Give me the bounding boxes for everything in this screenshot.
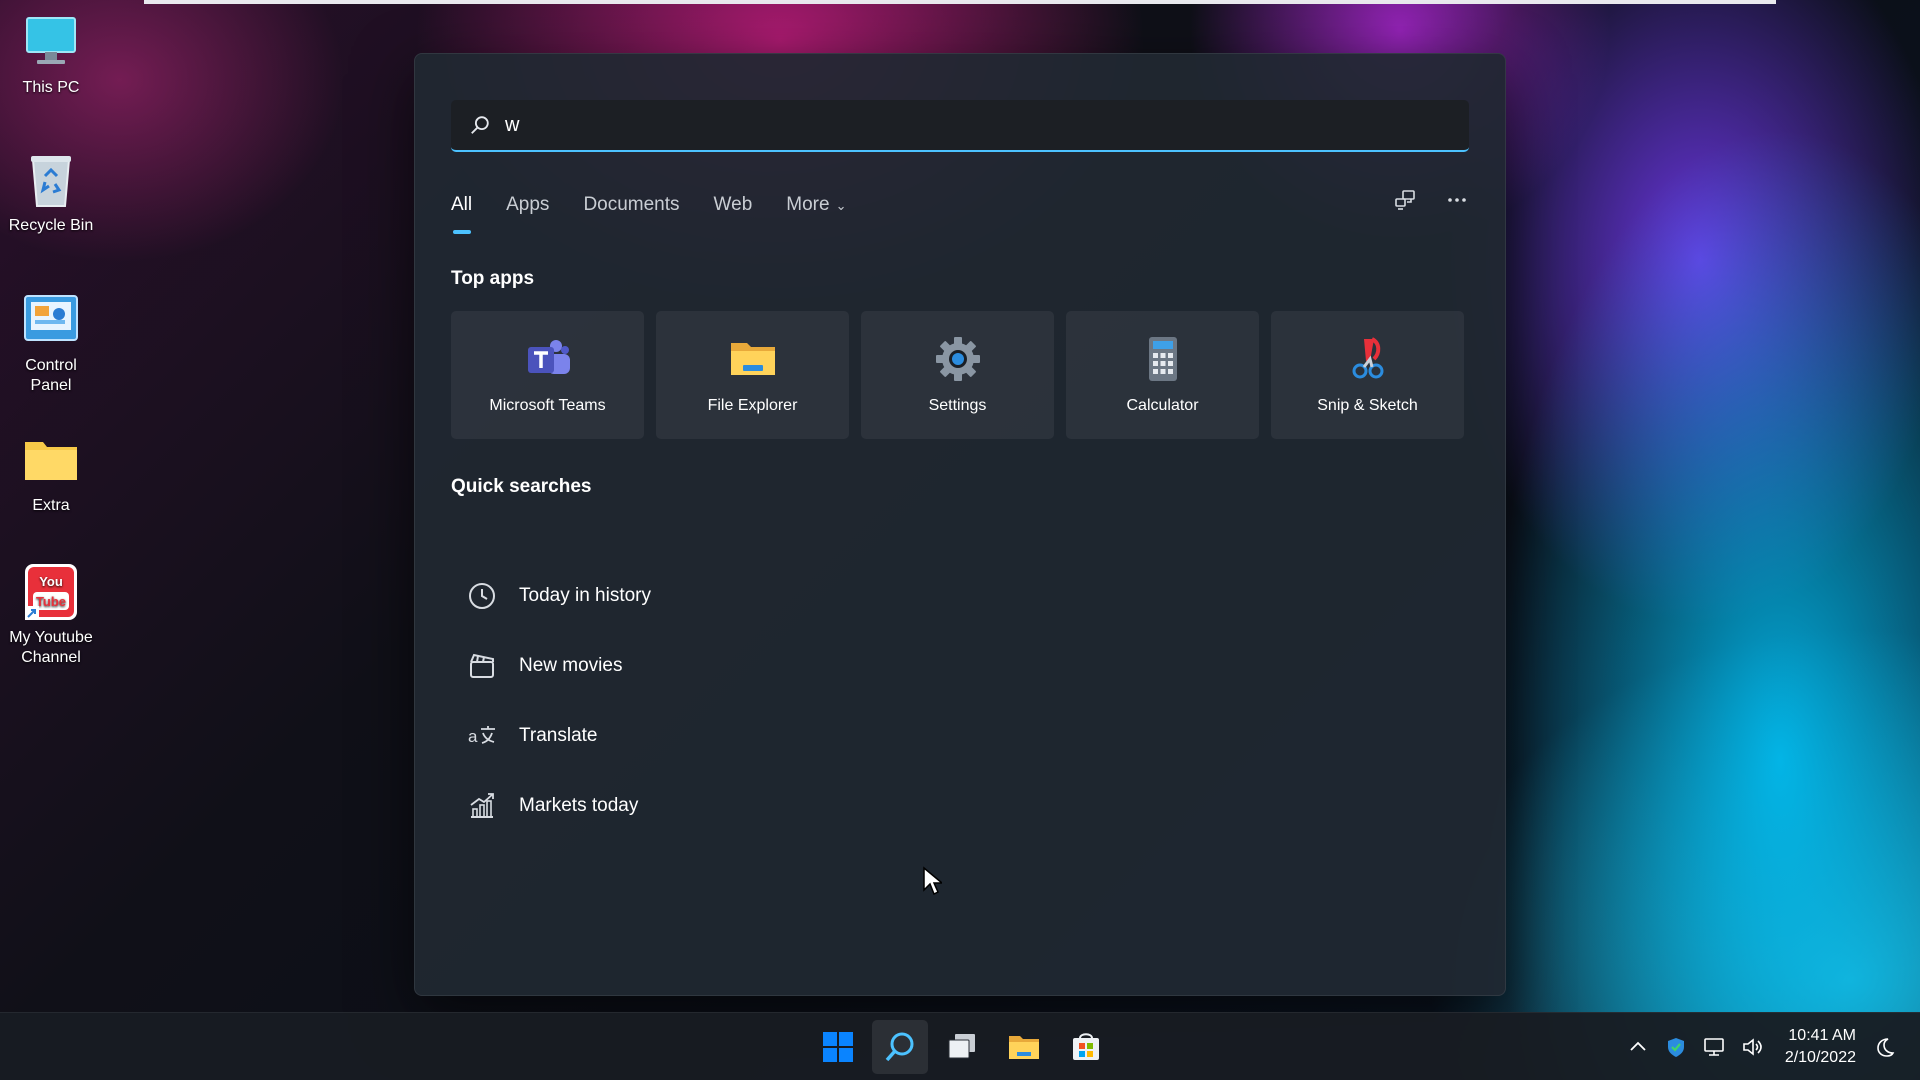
quick-search-today-in-history[interactable]: Today in history: [451, 561, 1051, 631]
system-tray: 10:41 AM 2/10/2022: [1627, 1013, 1896, 1080]
quick-searches-list: Today in history New movies a Translate: [451, 561, 1051, 841]
calculator-icon: [1148, 337, 1177, 381]
file-explorer-icon: [730, 343, 775, 375]
task-view-button[interactable]: [934, 1020, 990, 1074]
more-options-icon[interactable]: [1445, 188, 1469, 212]
youtube-icon-text-bottom: Tube: [36, 594, 66, 609]
app-tile-label: File Explorer: [707, 397, 798, 414]
recycle-bin-icon: [31, 156, 71, 207]
svg-text:a: a: [468, 727, 478, 746]
app-tile-settings[interactable]: Settings: [861, 311, 1054, 439]
search-input[interactable]: [503, 112, 1407, 138]
quick-search-new-movies[interactable]: New movies: [451, 631, 1051, 701]
chevron-down-icon: ⌄: [835, 198, 847, 213]
monitor-icon: [26, 17, 76, 64]
top-apps-list: Microsoft Teams File Explorer Settings C…: [451, 311, 1471, 439]
search-panel: All Apps Documents Web More ⌄ Top apps: [414, 53, 1506, 996]
tab-label: All: [451, 194, 473, 215]
quick-search-markets-today[interactable]: Markets today: [451, 771, 1051, 841]
app-tile-label: Microsoft Teams: [489, 397, 606, 414]
top-apps-heading: Top apps: [451, 268, 535, 289]
tab-documents[interactable]: Documents: [583, 190, 679, 230]
desktop-icon-extra[interactable]: Extra: [0, 430, 102, 516]
folder-icon: [1009, 1036, 1039, 1059]
desktop-icon-youtube-channel[interactable]: You Tube My Youtube Channel: [0, 562, 102, 668]
desktop-icon-label: This PC: [22, 79, 80, 96]
translate-icon: a: [468, 726, 495, 746]
desktop-icon-label: Extra: [32, 497, 70, 514]
share-device-icon[interactable]: [1393, 188, 1417, 212]
teams-icon: [527, 340, 570, 374]
desktop-icon-label: My Youtube Channel: [9, 629, 93, 666]
search-icon: [471, 116, 489, 134]
desktop-icon-recycle-bin[interactable]: Recycle Bin: [0, 150, 102, 236]
clock-icon: [469, 583, 495, 609]
search-icon: [885, 1032, 914, 1062]
mouse-cursor-icon: [923, 866, 942, 896]
chart-icon: [470, 793, 494, 818]
clapperboard-icon: [470, 653, 494, 678]
volume-icon[interactable]: [1741, 1036, 1763, 1058]
clock[interactable]: 10:41 AM 2/10/2022: [1785, 1025, 1856, 1069]
desktop-icon-label: Control Panel: [25, 357, 77, 394]
desktop-icon-this-pc[interactable]: This PC: [0, 12, 102, 98]
quick-search-label: Translate: [519, 725, 598, 746]
search-filter-tabs: All Apps Documents Web More ⌄: [451, 190, 880, 230]
desktop-icon-control-panel[interactable]: Control Panel: [0, 290, 102, 396]
store-icon: [1073, 1033, 1099, 1060]
tab-label: Web: [713, 194, 753, 215]
taskbar-apps: [810, 1020, 1114, 1074]
desktop-icon-label: Recycle Bin: [8, 217, 94, 234]
quick-searches-heading: Quick searches: [451, 476, 592, 497]
control-panel-icon: [24, 295, 78, 341]
quick-search-label: New movies: [519, 655, 623, 676]
tab-label: More: [786, 194, 830, 215]
settings-gear-icon: [935, 337, 980, 381]
windows-logo-icon: [823, 1032, 853, 1062]
tab-web[interactable]: Web: [714, 190, 753, 230]
app-tile-label: Snip & Sketch: [1317, 397, 1418, 414]
taskbar: 10:41 AM 2/10/2022: [0, 1012, 1920, 1080]
app-tile-file-explorer[interactable]: File Explorer: [656, 311, 849, 439]
chevron-up-icon[interactable]: [1627, 1036, 1649, 1058]
app-tile-label: Calculator: [1126, 397, 1199, 414]
quick-search-label: Markets today: [519, 795, 639, 816]
tab-all[interactable]: All: [451, 190, 472, 230]
notifications-moon-icon[interactable]: [1874, 1036, 1896, 1058]
app-tile-label: Settings: [928, 397, 987, 414]
youtube-icon-text-top: You: [39, 574, 63, 589]
tab-apps[interactable]: Apps: [506, 190, 549, 230]
search-box[interactable]: [451, 100, 1469, 152]
app-tile-calculator[interactable]: Calculator: [1066, 311, 1259, 439]
snip-sketch-icon: [1352, 337, 1383, 379]
quick-search-label: Today in history: [519, 585, 652, 606]
search-button[interactable]: [872, 1020, 928, 1074]
tab-label: Documents: [583, 194, 680, 215]
search-tools: [1393, 188, 1469, 212]
start-button[interactable]: [810, 1020, 866, 1074]
store-button[interactable]: [1058, 1020, 1114, 1074]
folder-icon: [25, 442, 77, 480]
clock-time: 10:41 AM: [1788, 1027, 1856, 1044]
app-tile-snip-sketch[interactable]: Snip & Sketch: [1271, 311, 1464, 439]
tab-more[interactable]: More ⌄: [786, 190, 846, 230]
network-icon[interactable]: [1703, 1036, 1725, 1058]
tab-label: Apps: [506, 194, 550, 215]
app-tile-microsoft-teams[interactable]: Microsoft Teams: [451, 311, 644, 439]
quick-search-translate[interactable]: a Translate: [451, 701, 1051, 771]
task-view-icon: [948, 1034, 975, 1059]
file-explorer-button[interactable]: [996, 1020, 1052, 1074]
security-shield-icon[interactable]: [1665, 1036, 1687, 1058]
clock-date: 2/10/2022: [1784, 1049, 1856, 1066]
youtube-shortcut-icon: You Tube: [25, 564, 77, 620]
top-window-strip: [144, 0, 1776, 4]
